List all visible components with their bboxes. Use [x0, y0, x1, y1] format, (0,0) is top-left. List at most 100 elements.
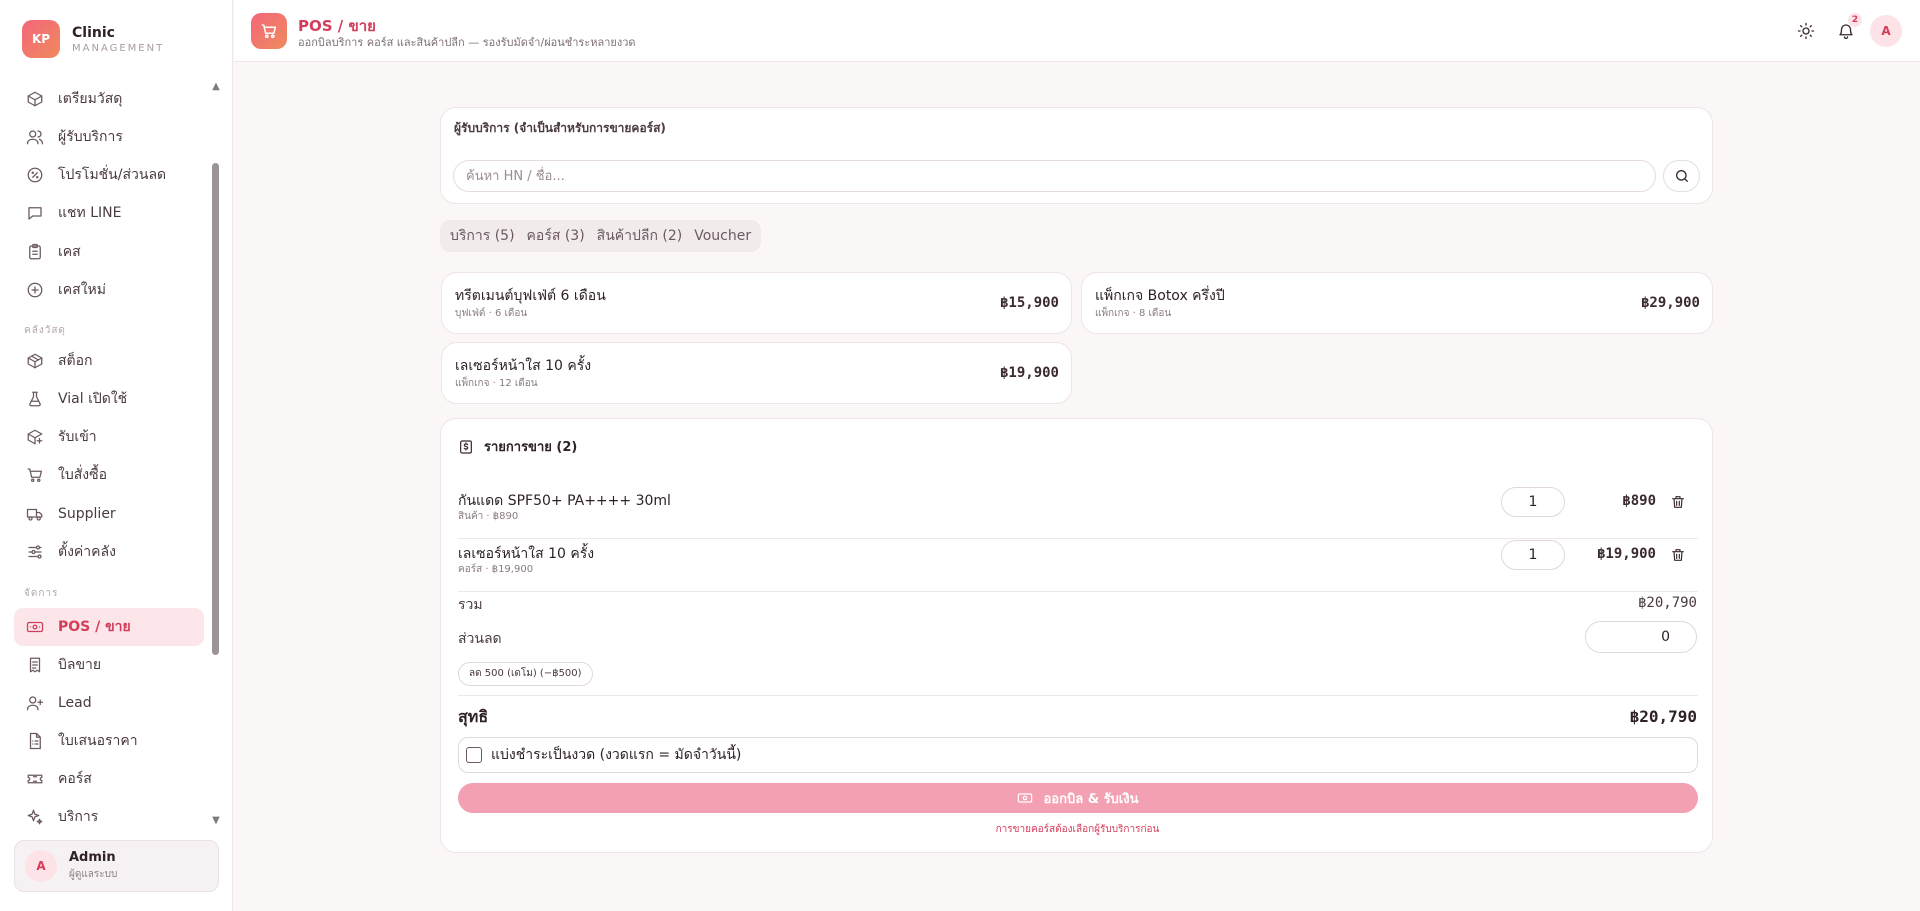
notifications-button[interactable]: 2	[1830, 13, 1862, 47]
product-meta: แพ็กเกจ · 8 เดือน	[1095, 308, 1172, 319]
issue-bill-button[interactable]: ออกบิล & รับเงิน	[458, 783, 1698, 813]
sidebar-item-label: เตรียมวัสดุ	[58, 91, 123, 107]
sidebar-item-courses[interactable]: คอร์ส	[14, 760, 204, 798]
user-name: Admin	[69, 850, 116, 865]
sidebar-item-customers[interactable]: ผู้รับบริการ	[14, 118, 204, 156]
brand[interactable]: KP Clinic MANAGEMENT	[22, 20, 164, 58]
tab-retail[interactable]: สินค้าปลีก (2)	[591, 225, 689, 247]
user-card[interactable]: A Admin ผู้ดูแลระบบ	[14, 840, 219, 892]
tab-services[interactable]: บริการ (5)	[444, 225, 521, 247]
avatar: A	[25, 850, 57, 882]
remove-line-button[interactable]	[1668, 545, 1688, 565]
installment-checkbox[interactable]	[466, 747, 482, 763]
validation-warning: การขายคอร์สต้องเลือกผู้รับบริการก่อน	[995, 824, 1160, 835]
remove-line-button[interactable]	[1668, 492, 1688, 512]
receipt-icon	[29, 657, 41, 673]
package-check-icon	[27, 91, 43, 107]
chat-icon	[28, 207, 42, 220]
sale-line: กันแดด SPF50+ PA++++ 30ml สินค้า · ฿890 …	[458, 487, 1698, 539]
sidebar-item-label: ตั้งค่าคลัง	[58, 544, 116, 560]
sale-line: เลเซอร์หน้าใส 10 ครั้ง คอร์ส · ฿19,900 1…	[458, 540, 1698, 592]
product-card[interactable]: ทรีตเมนต์บุฟเฟ่ต์ 6 เดือน บุฟเฟ่ต์ · 6 เ…	[441, 272, 1072, 334]
sidebar-item-cases[interactable]: เคส	[14, 233, 204, 271]
sidebar-item-label: ผู้รับบริการ	[58, 129, 123, 145]
sidebar-item-quotations[interactable]: ใบเสนอราคา	[14, 722, 204, 760]
sidebar-item-label: บิลขาย	[58, 657, 102, 673]
flask-icon	[29, 391, 41, 407]
sliders-icon	[28, 545, 42, 559]
header-avatar[interactable]: A	[1870, 15, 1902, 47]
discount-chip[interactable]: ลด 500 (เดโม) (−฿500)	[458, 662, 593, 686]
tab-courses[interactable]: คอร์ส (3)	[521, 225, 591, 247]
sidebar-item-lead[interactable]: Lead	[14, 684, 204, 722]
sidebar-item-prep-materials[interactable]: เตรียมวัสดุ	[14, 80, 204, 118]
subtotal-value: ฿20,790	[1637, 595, 1697, 611]
sidebar-section-manage: จัดการ	[24, 588, 59, 599]
receipt-dollar-icon	[460, 439, 472, 454]
customer-search-input[interactable]	[453, 160, 1656, 192]
sidebar-section-stock: คลังวัสดุ	[24, 325, 66, 336]
subtotal-label: รวม	[458, 597, 483, 613]
product-card[interactable]: เลเซอร์หน้าใส 10 ครั้ง แพ็กเกจ · 12 เดือ…	[441, 342, 1072, 404]
sidebar-item-label: เคส	[58, 244, 81, 260]
installment-option[interactable]: แบ่งชำระเป็นงวด (งวดแรก = มัดจำวันนี้)	[458, 737, 1698, 773]
quantity-input[interactable]: 1	[1501, 487, 1565, 517]
truck-icon	[26, 508, 43, 521]
line-item-meta: สินค้า · ฿890	[458, 511, 519, 522]
sidebar-item-warehouse-settings[interactable]: ตั้งค่าคลัง	[14, 533, 204, 571]
sidebar-item-label: Supplier	[58, 506, 116, 522]
sidebar-item-promotions[interactable]: โปรโมชั่น/ส่วนลด	[14, 156, 204, 194]
sidebar-item-sales-bills[interactable]: บิลขาย	[14, 646, 204, 684]
plus-circle-icon	[27, 282, 43, 298]
sidebar-item-stock[interactable]: สต็อก	[14, 342, 204, 380]
customer-card: ผู้รับบริการ (จำเป็นสำหรับการขายคอร์ส)	[440, 107, 1713, 204]
customer-search-button[interactable]	[1663, 160, 1700, 192]
box-icon	[27, 353, 43, 369]
product-card[interactable]: แพ็กเกจ Botox ครึ่งปี แพ็กเกจ · 8 เดือน …	[1081, 272, 1713, 334]
sidebar-item-label: ใบเสนอราคา	[58, 733, 138, 749]
sidebar-item-vial[interactable]: Vial เปิดใช้	[14, 380, 204, 418]
sidebar-item-supplier[interactable]: Supplier	[14, 495, 204, 533]
sale-list-title: รายการขาย (2)	[484, 440, 578, 455]
scroll-up-arrow-icon[interactable]: ▲	[210, 82, 222, 92]
theme-toggle-button[interactable]	[1790, 15, 1822, 47]
discount-input[interactable]: 0	[1585, 621, 1697, 653]
quantity-input[interactable]: 1	[1501, 540, 1565, 570]
product-price: ฿29,900	[1640, 295, 1700, 311]
package-in-icon	[27, 429, 43, 445]
sidebar-item-label: เคสใหม่	[58, 282, 106, 298]
scroll-down-arrow-icon[interactable]: ▼	[210, 816, 222, 826]
sidebar-nav: เตรียมวัสดุ ผู้รับบริการ โปรโมชั่น/ส่วนล…	[14, 78, 204, 830]
line-item-meta: คอร์ส · ฿19,900	[458, 564, 534, 575]
sidebar-item-line-chat[interactable]: แชท LINE	[14, 194, 204, 232]
product-name: เลเซอร์หน้าใส 10 ครั้ง	[455, 358, 592, 374]
sidebar-item-receive[interactable]: รับเข้า	[14, 418, 204, 456]
sidebar-item-new-case[interactable]: เคสใหม่	[14, 271, 204, 309]
sidebar-item-pos[interactable]: POS / ขาย	[14, 608, 204, 646]
brand-name: Clinic	[72, 24, 115, 41]
sidebar-item-label: สต็อก	[58, 353, 93, 369]
product-name: แพ็กเกจ Botox ครึ่งปี	[1095, 288, 1225, 304]
top-header: POS / ขาย ออกบิลบริการ คอร์ส และสินค้าปล…	[234, 0, 1920, 62]
line-item-total: ฿890	[1622, 493, 1656, 509]
sidebar-scroll-thumb[interactable]	[212, 163, 219, 655]
cash-icon	[1018, 793, 1033, 803]
page-subtitle: ออกบิลบริการ คอร์ส และสินค้าปลีก — รองรั…	[298, 36, 636, 49]
ticket-icon	[27, 774, 43, 784]
brand-subtitle: MANAGEMENT	[72, 42, 165, 54]
sidebar-item-label: Vial เปิดใช้	[58, 391, 128, 407]
sidebar-item-purchase-orders[interactable]: ใบสั่งซื้อ	[14, 456, 204, 494]
divider	[458, 695, 1698, 696]
customer-label: ผู้รับบริการ (จำเป็นสำหรับการขายคอร์ส)	[454, 121, 666, 135]
category-tabs: บริการ (5) คอร์ส (3) สินค้าปลีก (2) Vouc…	[440, 220, 762, 252]
sidebar-item-services[interactable]: บริการ	[14, 798, 204, 830]
sun-icon	[1797, 22, 1815, 40]
user-role: ผู้ดูแลระบบ	[69, 869, 118, 880]
trash-icon	[1672, 549, 1684, 561]
brand-logo: KP	[22, 20, 60, 58]
file-quote-icon	[29, 732, 41, 750]
cash-icon	[26, 621, 44, 633]
product-name: ทรีตเมนต์บุฟเฟ่ต์ 6 เดือน	[455, 288, 606, 304]
product-meta: แพ็กเกจ · 12 เดือน	[455, 378, 538, 389]
tab-voucher[interactable]: Voucher	[688, 228, 757, 244]
